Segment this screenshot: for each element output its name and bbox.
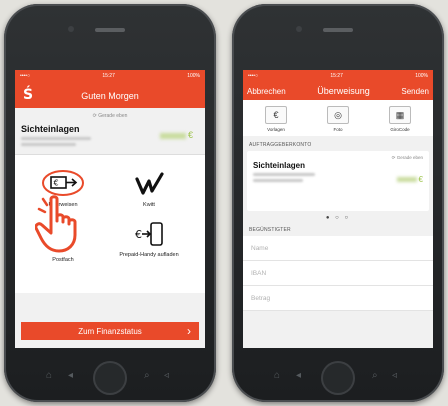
home-button[interactable] bbox=[93, 361, 127, 395]
status-bar: ••••○ 15:27 100% bbox=[15, 70, 205, 82]
phone-right: ••••○ 15:27 100% Abbrechen Überweisung S… bbox=[232, 4, 444, 402]
account-balance: € bbox=[396, 175, 423, 184]
kwitt-icon bbox=[135, 172, 164, 195]
account-title: Sichteinlagen bbox=[253, 161, 306, 170]
currency-symbol: € bbox=[187, 130, 193, 140]
status-time: 15:27 bbox=[102, 73, 115, 79]
page-title: Überweisung bbox=[317, 86, 370, 96]
cancel-button[interactable]: Abbrechen bbox=[247, 87, 286, 96]
svg-text:€: € bbox=[135, 228, 142, 241]
photo-button[interactable]: ◎ Foto bbox=[318, 106, 358, 132]
transfer-header: Abbrechen Überweisung Senden bbox=[243, 82, 433, 100]
tile-kwitt[interactable]: Kwitt bbox=[109, 171, 189, 209]
refresh-icon: ⟳ bbox=[92, 113, 97, 119]
recipient-name-field[interactable]: Name bbox=[243, 236, 433, 261]
iban-field[interactable]: IBAN bbox=[243, 261, 433, 286]
camera-icon: ◎ bbox=[327, 106, 349, 124]
refresh-label: Gerade eben bbox=[98, 113, 128, 119]
tile-prepaid-label: Prepaid-Handy aufladen bbox=[119, 252, 179, 258]
svg-text:€: € bbox=[54, 179, 59, 188]
phone-bottom-bar: ⌂ ◂ ⌕ ◃ bbox=[232, 355, 444, 395]
greeting-title: Guten Morgen bbox=[81, 91, 139, 101]
financial-status-label: Zum Finanzstatus bbox=[78, 326, 142, 336]
tile-mailbox-label: Postfach bbox=[52, 257, 74, 263]
transfer-icon: € bbox=[42, 170, 84, 196]
search-icon: ⌕ bbox=[372, 370, 378, 381]
tile-kwitt-label: Kwitt bbox=[143, 202, 155, 208]
chevron-right-icon: › bbox=[187, 324, 191, 338]
refresh-status[interactable]: ⟳ Gerade eben bbox=[15, 113, 205, 119]
app-header: Ś Guten Morgen bbox=[15, 82, 205, 108]
phone-bottom-bar: ⌂ ◂ ⌕ ◃ bbox=[4, 355, 216, 395]
refresh-icon: ⟳ bbox=[391, 155, 396, 160]
screen-home: ••••○ 15:27 100% Ś Guten Morgen ⟳ Gerade… bbox=[15, 70, 205, 348]
volume-icon: ◃ bbox=[392, 370, 398, 381]
quick-actions-grid: € Überweisen Kwitt Postfach € Prepaid-Ha… bbox=[15, 155, 205, 293]
home-button[interactable] bbox=[321, 361, 355, 395]
girocode-button[interactable]: ▦ GiroCode bbox=[380, 106, 420, 132]
volume-icon: ◃ bbox=[164, 370, 170, 381]
account-balance: € bbox=[159, 130, 193, 140]
phone-left: ••••○ 15:27 100% Ś Guten Morgen ⟳ Gerade… bbox=[4, 4, 216, 402]
account-iban-blurred bbox=[253, 179, 303, 182]
qr-code-icon: ▦ bbox=[389, 106, 411, 124]
refresh-label: Gerade eben bbox=[396, 155, 423, 160]
tile-prepaid-topup[interactable]: € Prepaid-Handy aufladen bbox=[109, 221, 189, 259]
speaker-grille bbox=[95, 28, 125, 32]
girocode-label: GiroCode bbox=[390, 127, 410, 132]
section-recipient: BEGÜNSTIGTER bbox=[249, 227, 291, 233]
account-iban-blurred bbox=[21, 143, 76, 146]
section-payer-account: AUFTRAGGEBERKONTO bbox=[249, 142, 312, 148]
screen-transfer: ••••○ 15:27 100% Abbrechen Überweisung S… bbox=[243, 70, 433, 348]
financial-status-button[interactable]: Zum Finanzstatus › bbox=[21, 322, 199, 340]
account-number-blurred bbox=[253, 173, 315, 176]
front-camera bbox=[68, 26, 74, 32]
front-camera bbox=[296, 26, 302, 32]
template-icon: € bbox=[265, 106, 287, 124]
carrier-signal: ••••○ bbox=[248, 73, 259, 79]
back-icon: ◂ bbox=[68, 370, 74, 381]
currency-symbol: € bbox=[418, 175, 423, 184]
templates-label: Vorlagen bbox=[267, 127, 285, 132]
prepaid-phone-icon: € bbox=[135, 222, 163, 246]
battery-level: 100% bbox=[415, 73, 428, 79]
home-icon: ⌂ bbox=[46, 370, 53, 381]
send-button[interactable]: Senden bbox=[401, 87, 429, 96]
balance-blurred bbox=[159, 132, 186, 139]
templates-button[interactable]: € Vorlagen bbox=[256, 106, 296, 132]
amount-field[interactable]: Betrag bbox=[243, 286, 433, 311]
balance-blurred bbox=[396, 177, 417, 183]
status-time: 15:27 bbox=[330, 73, 343, 79]
battery-level: 100% bbox=[187, 73, 200, 79]
speaker-grille bbox=[323, 28, 353, 32]
back-icon: ◂ bbox=[296, 370, 302, 381]
account-number-blurred bbox=[21, 137, 91, 140]
photo-label: Foto bbox=[333, 127, 343, 132]
transfer-source-options: € Vorlagen ◎ Foto ▦ GiroCode bbox=[243, 100, 433, 136]
payer-account-card[interactable]: ⟳ Gerade eben Sichteinlagen € bbox=[247, 151, 429, 211]
home-icon: ⌂ bbox=[274, 370, 281, 381]
carrier-signal: ••••○ bbox=[20, 73, 31, 79]
pointing-hand-icon bbox=[35, 195, 77, 253]
status-bar: ••••○ 15:27 100% bbox=[243, 70, 433, 82]
search-icon: ⌕ bbox=[144, 370, 150, 381]
